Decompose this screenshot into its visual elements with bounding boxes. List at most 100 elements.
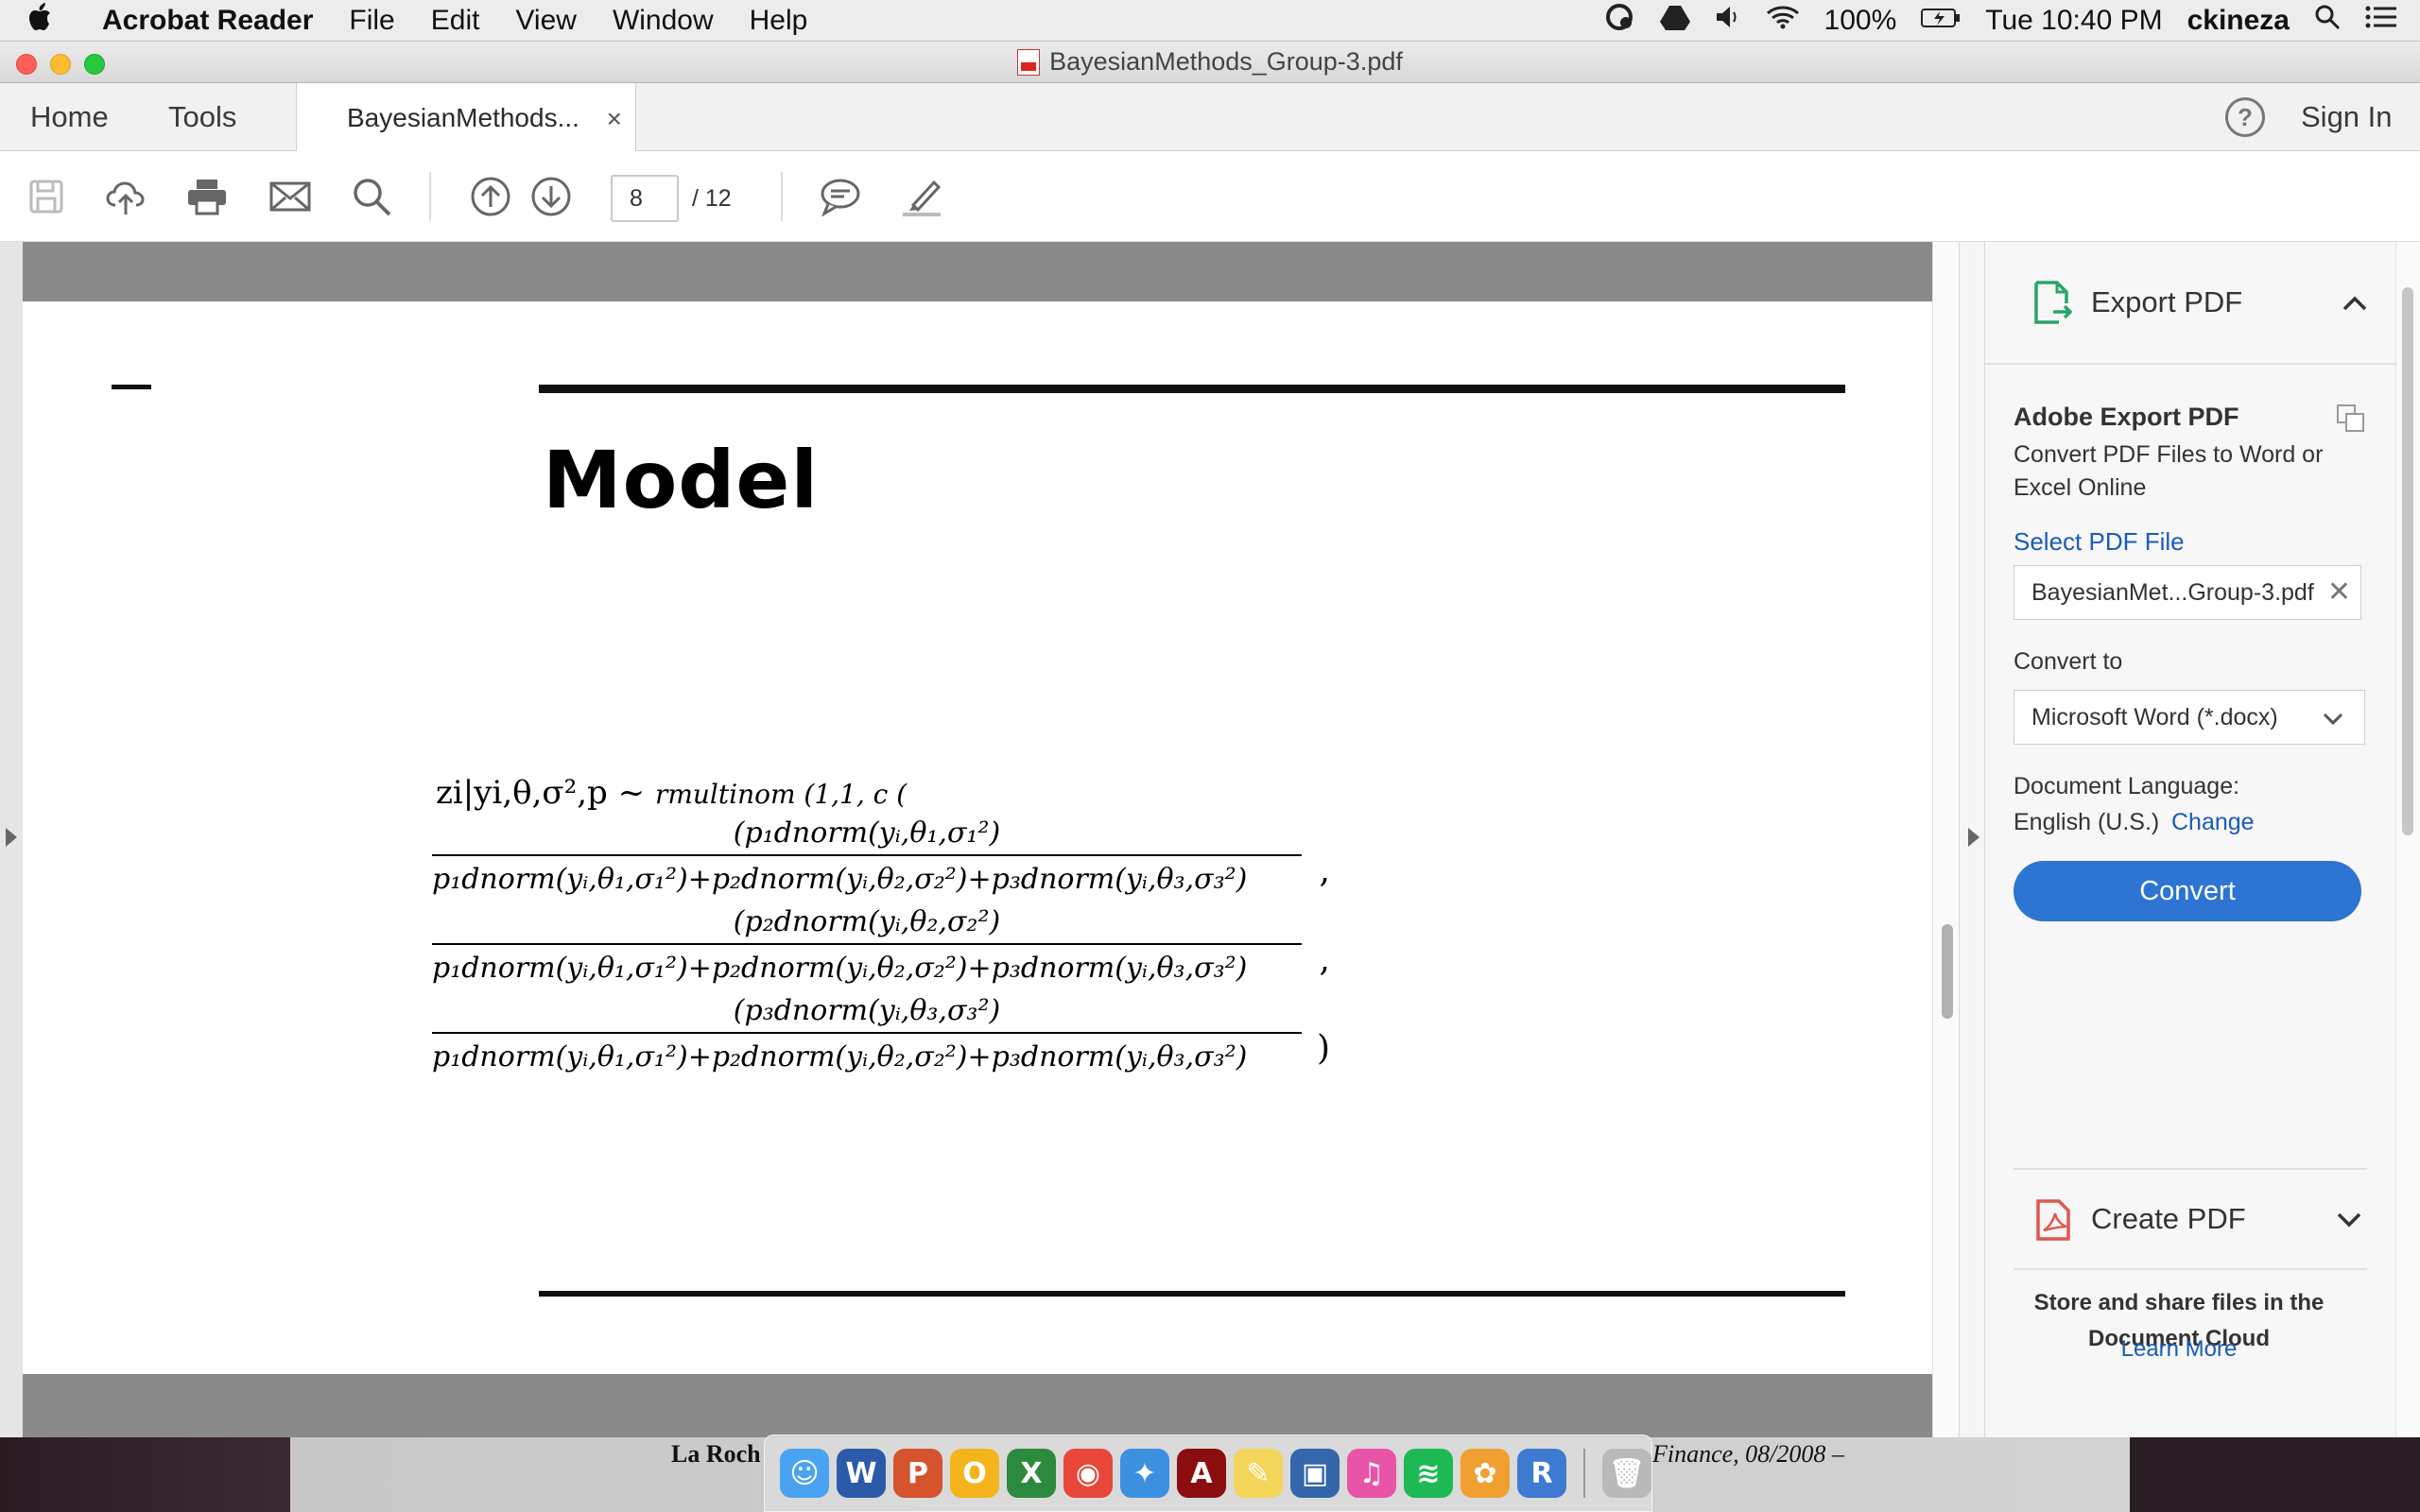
stickies-icon[interactable]: ✎ bbox=[1234, 1449, 1283, 1498]
spotify-icon[interactable]: ≋ bbox=[1404, 1449, 1453, 1498]
upload-cloud-icon[interactable] bbox=[104, 175, 147, 218]
fraction-bar bbox=[432, 1032, 1302, 1034]
menu-window[interactable]: Window bbox=[613, 5, 714, 37]
status-area: 100% Tue 10:40 PM ckineza bbox=[1603, 0, 2397, 42]
save-icon[interactable] bbox=[25, 175, 68, 218]
background-document-text: Finance, 08/2008 – bbox=[1652, 1440, 1844, 1468]
collapse-panel-arrow-icon[interactable] bbox=[1968, 828, 1979, 847]
select-pdf-file-link[interactable]: Select PDF File bbox=[2014, 527, 2185, 557]
spotlight-search-icon[interactable] bbox=[2314, 4, 2341, 38]
chevron-down-icon bbox=[2323, 691, 2343, 744]
document-view[interactable]: Model zi|yi,θ,σ²,p ~ rmultinom (1,1, c (… bbox=[0, 242, 1959, 1437]
print-icon[interactable] bbox=[185, 175, 229, 218]
fraction-tail: ) bbox=[1316, 1029, 1330, 1068]
powerpoint-icon[interactable]: P bbox=[893, 1449, 942, 1498]
panel-scroll-thumb[interactable] bbox=[2402, 287, 2413, 835]
tab-document-label: BayesianMethods... bbox=[347, 102, 579, 132]
close-tab-icon[interactable]: × bbox=[607, 104, 622, 134]
apple-menu-icon[interactable] bbox=[26, 2, 83, 40]
creative-cloud-icon[interactable] bbox=[1603, 3, 1635, 39]
minimize-window-button[interactable] bbox=[50, 54, 71, 75]
page-up-icon[interactable] bbox=[469, 175, 512, 218]
fraction-denominator: p₁dnorm(yᵢ,θ₁,σ₁²)+p₂dnorm(yᵢ,θ₂,σ₂²)+p₃… bbox=[432, 863, 1248, 896]
right-panel-toggle[interactable] bbox=[1959, 242, 1985, 1437]
learn-more-link[interactable]: Learn More bbox=[2004, 1336, 2354, 1363]
format-value: Microsoft Word (*.docx) bbox=[2031, 704, 2278, 730]
chrome-icon[interactable]: ◉ bbox=[1063, 1449, 1113, 1498]
clock[interactable]: Tue 10:40 PM bbox=[1985, 5, 2162, 37]
highlight-pen-icon[interactable] bbox=[900, 175, 943, 218]
menu-view[interactable]: View bbox=[515, 5, 576, 37]
fraction-1: (p₁dnorm(yᵢ,θ₁,σ₁²) p₁dnorm(yᵢ,θ₁,σ₁²)+p… bbox=[432, 814, 1330, 901]
search-icon[interactable] bbox=[350, 175, 393, 218]
menu-help[interactable]: Help bbox=[750, 5, 808, 37]
app-menu[interactable]: Acrobat Reader bbox=[102, 5, 313, 37]
fraction-denominator: p₁dnorm(yᵢ,θ₁,σ₁²)+p₂dnorm(yᵢ,θ₂,σ₂²)+p₃… bbox=[432, 952, 1248, 985]
fraction-numerator: (p₁dnorm(yᵢ,θ₁,σ₁²) bbox=[733, 816, 1001, 850]
volume-icon[interactable] bbox=[1715, 5, 1741, 37]
selected-file-field[interactable]: BayesianMet...Group-3.pdf ✕ bbox=[2014, 565, 2361, 620]
tab-home[interactable]: Home bbox=[30, 83, 109, 151]
r-icon[interactable]: R bbox=[1517, 1449, 1566, 1498]
change-language-link[interactable]: Change bbox=[2171, 809, 2255, 836]
trash-icon[interactable]: 🗑 bbox=[1602, 1449, 1651, 1498]
fraction-denominator: p₁dnorm(yᵢ,θ₁,σ₁²)+p₂dnorm(yᵢ,θ₂,σ₂²)+p₃… bbox=[432, 1040, 1248, 1074]
page-number-input[interactable]: 8 bbox=[611, 175, 679, 222]
itunes-icon[interactable]: ♫ bbox=[1347, 1449, 1396, 1498]
export-pdf-label: Export PDF bbox=[2091, 285, 2243, 318]
notification-center-icon[interactable] bbox=[2365, 5, 2397, 37]
mail-icon[interactable] bbox=[268, 175, 312, 218]
format-dropdown[interactable]: Microsoft Word (*.docx) bbox=[2014, 690, 2365, 745]
menu-bar: Acrobat Reader File Edit View Window Hel… bbox=[0, 0, 2420, 42]
background-document-text: La Roch bbox=[671, 1440, 761, 1468]
document-scroll-thumb[interactable] bbox=[1942, 924, 1953, 1019]
panel-scrollbar[interactable] bbox=[2395, 242, 2420, 1437]
create-pdf-header[interactable]: Create PDF bbox=[2014, 1168, 2367, 1270]
equation-head-small: rmultinom (1,1, c ( bbox=[654, 779, 908, 810]
left-panel-toggle[interactable] bbox=[0, 242, 23, 1437]
chevron-up-icon[interactable] bbox=[2342, 286, 2367, 318]
help-icon[interactable]: ? bbox=[2225, 97, 2265, 137]
close-window-button[interactable] bbox=[16, 54, 37, 75]
zoom-window-button[interactable] bbox=[84, 54, 105, 75]
chevron-down-icon[interactable] bbox=[2337, 1203, 2361, 1235]
sign-in-button[interactable]: Sign In bbox=[2301, 83, 2393, 151]
export-pdf-header[interactable]: Export PDF bbox=[1985, 242, 2395, 365]
pdf-file-icon bbox=[1017, 48, 1041, 76]
convert-button[interactable]: Convert bbox=[2014, 861, 2361, 921]
finder-icon[interactable]: ☺ bbox=[780, 1449, 829, 1498]
tab-tools[interactable]: Tools bbox=[168, 83, 236, 151]
convert-to-label: Convert to bbox=[2014, 648, 2123, 675]
google-drive-icon[interactable] bbox=[1659, 4, 1690, 38]
page-total: / 12 bbox=[692, 185, 732, 212]
menu-file[interactable]: File bbox=[349, 5, 394, 37]
expand-left-arrow-icon[interactable] bbox=[6, 828, 17, 847]
wifi-icon[interactable] bbox=[1766, 5, 1800, 37]
toolbar-separator bbox=[781, 172, 783, 221]
safari-icon[interactable]: ✦ bbox=[1120, 1449, 1169, 1498]
word-icon[interactable]: W bbox=[837, 1449, 886, 1498]
opera-icon[interactable]: O bbox=[950, 1449, 999, 1498]
excel-icon[interactable]: X bbox=[1007, 1449, 1056, 1498]
fraction-bar bbox=[432, 943, 1302, 945]
bottom-rule bbox=[539, 1291, 1845, 1297]
battery-icon[interactable] bbox=[1921, 5, 1961, 37]
comment-icon[interactable] bbox=[819, 175, 862, 218]
tab-document[interactable]: BayesianMethods... × bbox=[296, 83, 636, 152]
clear-file-icon[interactable]: ✕ bbox=[2327, 566, 2351, 619]
photos-icon[interactable]: ✿ bbox=[1461, 1449, 1510, 1498]
menu-edit[interactable]: Edit bbox=[431, 5, 480, 37]
page-title: Model bbox=[543, 434, 820, 526]
title-bar[interactable]: BayesianMethods_Group-3.pdf bbox=[0, 42, 2420, 83]
equation-head-main: zi|yi,θ,σ²,p ~ bbox=[436, 774, 646, 812]
page-down-icon[interactable] bbox=[529, 175, 573, 218]
export-description: Convert PDF Files to Word or Excel Onlin… bbox=[2014, 441, 2324, 501]
acrobat-icon[interactable]: A bbox=[1177, 1449, 1226, 1498]
user-name[interactable]: ckineza bbox=[2187, 5, 2290, 37]
document-scrollbar[interactable] bbox=[1932, 242, 1959, 1437]
page-dash bbox=[112, 385, 151, 389]
copy-icon[interactable] bbox=[2335, 403, 2367, 435]
virtualbox-icon[interactable]: ▣ bbox=[1290, 1449, 1340, 1498]
battery-percent: 100% bbox=[1824, 5, 1897, 36]
create-pdf-icon bbox=[2032, 1196, 2074, 1242]
